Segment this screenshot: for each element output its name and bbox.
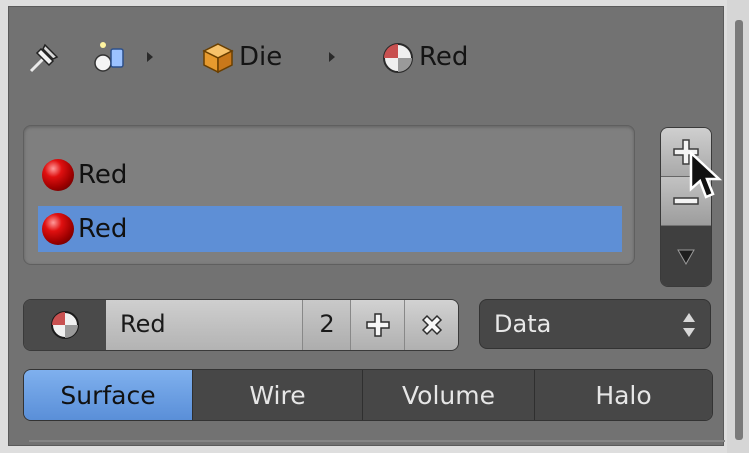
material-name-field[interactable]: Red	[106, 300, 302, 350]
pin-icon[interactable]	[27, 39, 63, 75]
material-sphere-icon	[51, 311, 79, 339]
scrollbar-thumb[interactable]	[735, 20, 743, 440]
divider	[29, 440, 725, 442]
unlink-material-button[interactable]	[404, 300, 458, 350]
object-data-icon	[91, 37, 131, 77]
new-material-button[interactable]	[350, 300, 405, 350]
tab-surface[interactable]: Surface	[24, 370, 192, 420]
breadcrumb-separator-icon	[329, 52, 335, 62]
tab-halo[interactable]: Halo	[534, 370, 712, 420]
material-properties-panel: Die Red Red Red Red 2 Data Surface Wire …	[8, 6, 725, 446]
breadcrumb-material-label: Red	[419, 42, 469, 72]
breadcrumb-object-label: Die	[239, 42, 283, 72]
material-slot-label: Red	[78, 214, 128, 244]
material-datablock-selector: Red 2	[23, 299, 459, 351]
tab-volume[interactable]: Volume	[362, 370, 534, 420]
close-icon	[421, 314, 443, 336]
material-slot-label: Red	[78, 160, 128, 190]
list-item-selected[interactable]: Red	[38, 206, 622, 252]
material-browse-button[interactable]	[24, 300, 106, 350]
breadcrumb: Die Red	[9, 7, 723, 107]
breadcrumb-separator-icon	[147, 52, 153, 62]
material-ball-icon	[42, 159, 74, 191]
material-slot-list[interactable]: Red Red	[23, 125, 635, 265]
tab-wire[interactable]: Wire	[192, 370, 362, 420]
link-type-dropdown[interactable]: Data	[479, 299, 711, 349]
material-sphere-icon	[381, 41, 415, 75]
mouse-cursor-icon	[689, 150, 725, 203]
mesh-cube-icon	[201, 41, 235, 75]
material-user-count: 2	[319, 310, 335, 338]
material-ball-icon	[42, 213, 74, 245]
material-type-tabs: Surface Wire Volume Halo	[23, 369, 713, 421]
list-item[interactable]: Red	[38, 152, 622, 198]
scrollbar-track[interactable]	[727, 0, 749, 453]
material-user-count-button[interactable]: 2	[302, 300, 351, 350]
material-name-value: Red	[120, 310, 166, 338]
updown-arrows-icon	[683, 313, 695, 337]
link-type-value: Data	[494, 310, 552, 338]
slot-specials-menu-button[interactable]	[661, 226, 711, 286]
plus-icon	[366, 313, 390, 337]
